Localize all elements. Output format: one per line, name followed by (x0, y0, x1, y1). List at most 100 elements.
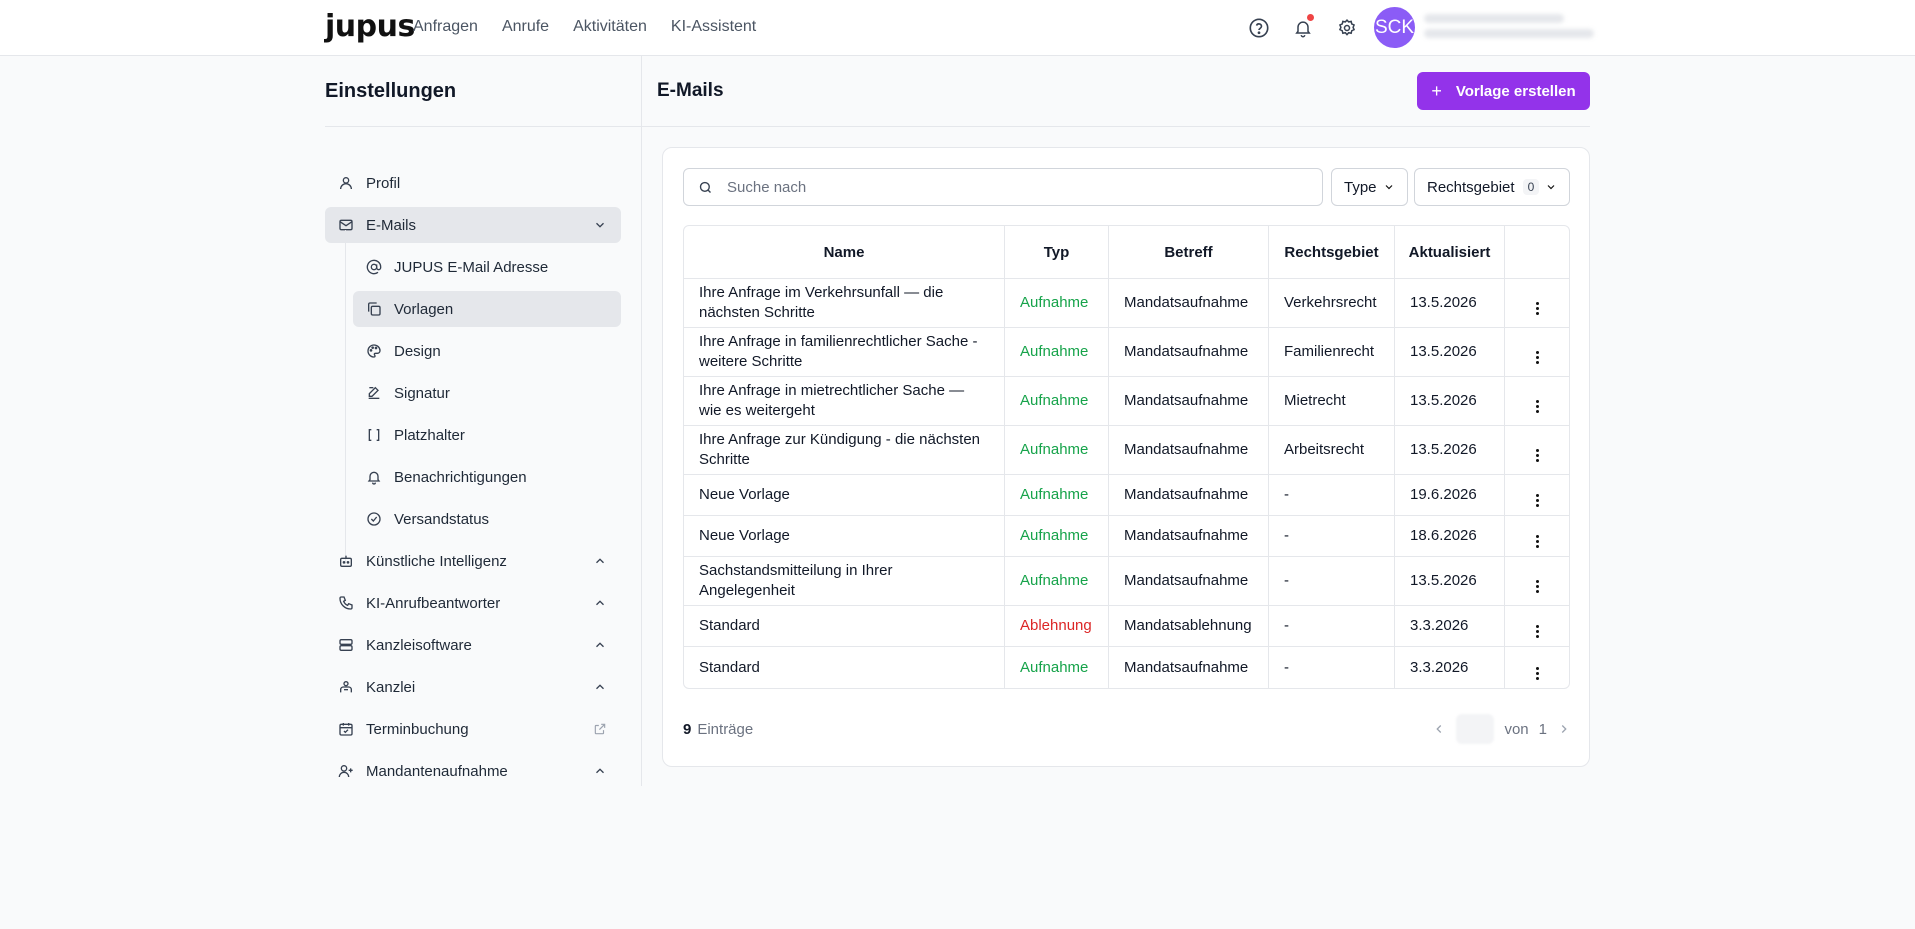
sidebar-item-profil[interactable]: Profil (325, 165, 621, 201)
cell-betreff: Mandatsaufnahme (1109, 475, 1269, 516)
row-menu-button[interactable] (1505, 328, 1569, 377)
nav-ki-assistent[interactable]: KI-Assistent (671, 18, 756, 36)
entry-count-label: Einträge (697, 721, 754, 738)
type-filter[interactable]: Type (1331, 168, 1408, 206)
sidebar-item-label: Künstliche Intelligenz (366, 552, 507, 570)
column-header-betreff[interactable]: Betreff (1109, 226, 1269, 279)
more-vertical-icon (1535, 494, 1539, 507)
page-input[interactable] (1456, 714, 1495, 744)
sidebar-item-terminbuchung[interactable]: Terminbuchung (325, 711, 621, 747)
top-bar: jupus Anfragen Anrufe Aktivitäten KI-Ass… (0, 0, 1915, 56)
table-row[interactable]: Sachstandsmitteilung in Ihrer Angelegenh… (684, 557, 1569, 606)
entry-count: 9 Einträge (683, 721, 753, 738)
sidebar-item-kanzlei[interactable]: Kanzlei (325, 669, 621, 705)
row-menu-button[interactable] (1505, 377, 1569, 426)
sidebar-item-kuenstliche-intelligenz[interactable]: Künstliche Intelligenz (325, 543, 621, 579)
sidebar-item-label: Profil (366, 174, 401, 192)
column-header-rechtsgebiet[interactable]: Rechtsgebiet (1269, 226, 1395, 279)
cell-betreff: Mandatsaufnahme (1109, 279, 1269, 328)
table-row[interactable]: Standard Ablehnung Mandatsablehnung - 3.… (684, 606, 1569, 647)
create-template-button[interactable]: + Vorlage erstellen (1417, 72, 1590, 110)
row-menu-button[interactable] (1505, 475, 1569, 516)
table-row[interactable]: Standard Aufnahme Mandatsaufnahme - 3.3.… (684, 647, 1569, 688)
sidebar-item-emails[interactable]: E-Mails (325, 207, 621, 243)
row-menu-button[interactable] (1505, 279, 1569, 328)
sidebar-subitem-label: Signatur (394, 384, 450, 402)
chevron-left-icon[interactable] (1432, 722, 1446, 736)
cell-betreff: Mandatsablehnung (1109, 606, 1269, 647)
sidebar-item-mandantenaufnahme[interactable]: Mandantenaufnahme (325, 753, 621, 789)
nav-anrufe[interactable]: Anrufe (502, 18, 549, 36)
cell-typ: Aufnahme (1005, 475, 1109, 516)
sidebar-subitem-label: Platzhalter (394, 426, 465, 444)
column-header-typ[interactable]: Typ (1005, 226, 1109, 279)
table-row[interactable]: Ihre Anfrage in familienrechtlicher Sach… (684, 328, 1569, 377)
cell-name: Standard (684, 647, 1005, 688)
user-plus-icon (338, 763, 354, 779)
chevron-up-icon (596, 768, 604, 774)
cell-name: Ihre Anfrage in familienrechtlicher Sach… (684, 328, 1005, 377)
sidebar-subitem-versandstatus[interactable]: Versandstatus (353, 501, 621, 537)
avatar[interactable]: SCK (1374, 7, 1415, 48)
sidebar-subitem-jupus-email[interactable]: JUPUS E-Mail Adresse (353, 249, 621, 285)
main-nav: Anfragen Anrufe Aktivitäten KI-Assistent (413, 18, 756, 36)
table-row[interactable]: Neue Vorlage Aufnahme Mandatsaufnahme - … (684, 516, 1569, 557)
search-input[interactable]: Suche nach (683, 168, 1323, 206)
nav-aktivitaeten[interactable]: Aktivitäten (573, 18, 647, 36)
cell-typ: Ablehnung (1005, 606, 1109, 647)
table-row[interactable]: Neue Vorlage Aufnahme Mandatsaufnahme - … (684, 475, 1569, 516)
search-icon (698, 180, 713, 195)
cell-typ: Aufnahme (1005, 647, 1109, 688)
sidebar-item-label: Terminbuchung (366, 720, 469, 738)
row-menu-button[interactable] (1505, 606, 1569, 647)
sidebar-subitem-platzhalter[interactable]: Platzhalter (353, 417, 621, 453)
row-menu-button[interactable] (1505, 647, 1569, 688)
row-menu-button[interactable] (1505, 426, 1569, 475)
sidebar-subitem-label: Versandstatus (394, 510, 490, 528)
sidebar-item-label: KI-Anrufbeantworter (366, 594, 501, 612)
cell-betreff: Mandatsaufnahme (1109, 328, 1269, 377)
table-row[interactable]: Ihre Anfrage im Verkehrsunfall — die näc… (684, 279, 1569, 328)
sidebar-subitem-signatur[interactable]: Signatur (353, 375, 621, 411)
sidebar-subitem-label: Design (394, 342, 441, 360)
divider (642, 126, 1590, 127)
cell-name: Sachstandsmitteilung in Ihrer Angelegenh… (684, 557, 1005, 606)
gear-icon[interactable] (1333, 14, 1361, 42)
sidebar-item-kanzleisoftware[interactable]: Kanzleisoftware (325, 627, 621, 663)
nav-anfragen[interactable]: Anfragen (413, 18, 478, 36)
sidebar-subitem-label: Benachrichtigungen (394, 468, 527, 486)
logo[interactable]: jupus (325, 9, 415, 44)
table-row[interactable]: Ihre Anfrage in mietrechtlicher Sache — … (684, 377, 1569, 426)
column-header-name[interactable]: Name (684, 226, 1005, 279)
settings-sidebar: Einstellungen Profil E-Mails JUPUS E-Mai… (325, 56, 642, 786)
entry-count-value: 9 (683, 721, 692, 738)
cell-rechtsgebiet: - (1269, 606, 1395, 647)
bell-icon[interactable] (1289, 14, 1317, 42)
cell-name: Ihre Anfrage in mietrechtlicher Sache — … (684, 377, 1005, 426)
help-icon[interactable] (1245, 14, 1273, 42)
check-circle-icon (366, 511, 382, 527)
sidebar-subitem-benachrichtigungen[interactable]: Benachrichtigungen (353, 459, 621, 495)
bell-icon (366, 469, 382, 485)
at-icon (366, 259, 382, 275)
column-header-aktualisiert[interactable]: Aktualisiert (1395, 226, 1505, 279)
cell-rechtsgebiet: Arbeitsrecht (1269, 426, 1395, 475)
rechtsgebiet-filter[interactable]: Rechtsgebiet 0 (1414, 168, 1571, 206)
user-info-blurred[interactable] (1424, 14, 1594, 44)
sidebar-item-label: Mandantenaufnahme (366, 762, 508, 780)
sidebar-item-ki-anrufbeantworter[interactable]: KI-Anrufbeantworter (325, 585, 621, 621)
row-menu-button[interactable] (1505, 516, 1569, 557)
sidebar-subitem-design[interactable]: Design (353, 333, 621, 369)
column-header-actions (1505, 226, 1569, 279)
cell-typ: Aufnahme (1005, 516, 1109, 557)
row-menu-button[interactable] (1505, 557, 1569, 606)
sidebar-item-label: E-Mails (366, 216, 417, 234)
cell-typ: Aufnahme (1005, 328, 1109, 377)
chevron-right-icon[interactable] (1557, 722, 1571, 736)
table-row[interactable]: Ihre Anfrage zur Kündigung - die nächste… (684, 426, 1569, 475)
bot-icon (338, 553, 354, 569)
sidebar-subitem-vorlagen[interactable]: Vorlagen (353, 291, 621, 327)
brackets-icon (366, 427, 382, 443)
cell-aktualisiert: 13.5.2026 (1395, 279, 1505, 328)
page-of-label: von (1504, 720, 1529, 738)
